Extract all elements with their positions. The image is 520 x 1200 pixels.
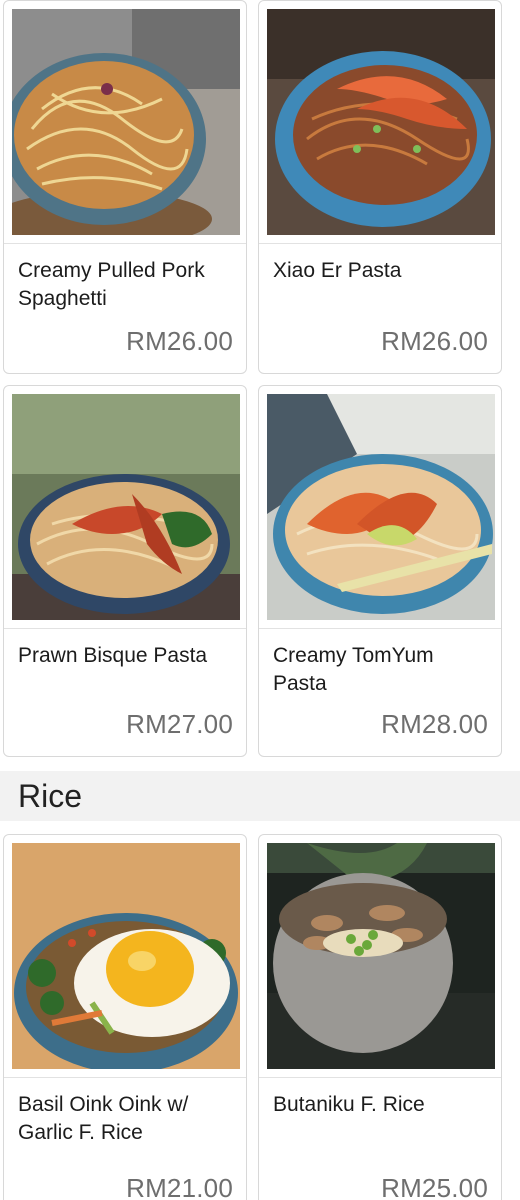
- menu-item-card[interactable]: Basil Oink Oink w/ Garlic F. Rice RM21.0…: [3, 834, 247, 1200]
- card-divider: [259, 1077, 501, 1078]
- item-price: RM25.00: [381, 1173, 488, 1200]
- card-divider: [259, 628, 501, 629]
- card-divider: [4, 243, 246, 244]
- card-divider: [4, 628, 246, 629]
- item-name: Creamy TomYum Pasta: [273, 644, 434, 695]
- basil-rice-photo[interactable]: [12, 843, 240, 1069]
- butaniku-rice-photo[interactable]: [267, 843, 495, 1069]
- prawn-bisque-photo[interactable]: [12, 394, 240, 620]
- menu-item-card[interactable]: Butaniku F. Rice RM25.00: [258, 834, 502, 1200]
- item-name: Prawn Bisque Pasta: [18, 644, 208, 667]
- section-title: Rice: [18, 778, 83, 814]
- menu-item-card[interactable]: Creamy Pulled Pork Spaghetti RM26.00: [3, 0, 247, 374]
- tomyum-pasta-photo[interactable]: [267, 394, 495, 620]
- item-name: Creamy Pulled Pork Spaghetti: [18, 259, 205, 310]
- menu-item-card[interactable]: Prawn Bisque Pasta RM27.00: [3, 385, 247, 757]
- card-divider: [4, 1077, 246, 1078]
- item-price: RM27.00: [126, 709, 233, 739]
- item-price: RM26.00: [126, 326, 233, 356]
- item-price: RM28.00: [381, 709, 488, 739]
- item-price: RM21.00: [126, 1173, 233, 1200]
- section-header-rice: Rice: [0, 771, 520, 821]
- menu-item-card[interactable]: Xiao Er Pasta RM26.00: [258, 0, 502, 374]
- prawn-pasta-photo[interactable]: [267, 9, 495, 235]
- item-name: Butaniku F. Rice: [273, 1093, 425, 1116]
- menu-item-card[interactable]: Creamy TomYum Pasta RM28.00: [258, 385, 502, 757]
- card-divider: [259, 243, 501, 244]
- creamy-pasta-photo[interactable]: [12, 9, 240, 235]
- item-price: RM26.00: [381, 326, 488, 356]
- item-name: Xiao Er Pasta: [273, 259, 402, 282]
- item-name: Basil Oink Oink w/ Garlic F. Rice: [18, 1093, 189, 1144]
